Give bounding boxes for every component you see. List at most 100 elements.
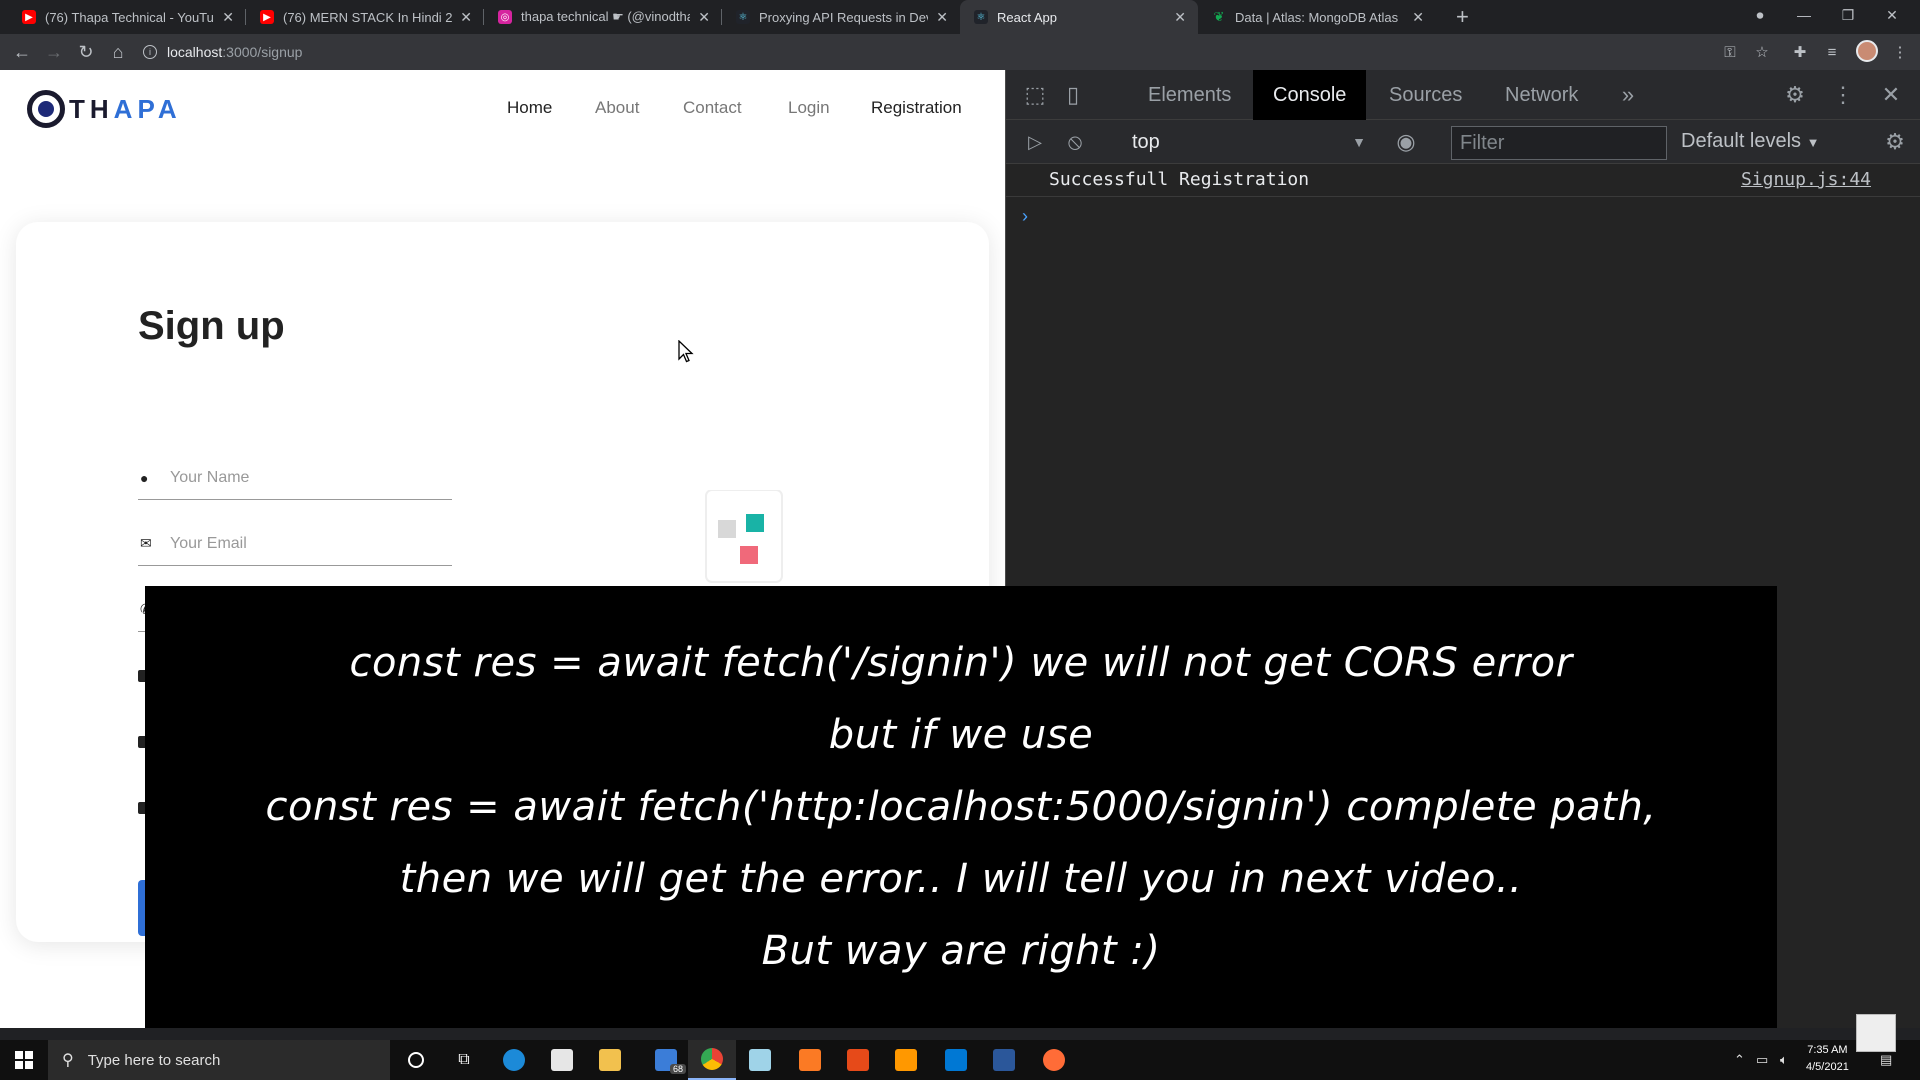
key-icon[interactable]: ⚿ — [1720, 42, 1740, 62]
tab-title: React App — [997, 9, 1057, 25]
browser-tab[interactable]: ▶ (76) MERN STACK In Hindi 2021 ✕ — [246, 0, 484, 34]
cortana-icon[interactable] — [392, 1040, 440, 1080]
more-tabs-icon[interactable]: » — [1613, 80, 1643, 110]
minimize-icon[interactable]: — — [1782, 0, 1826, 30]
close-icon[interactable]: ✕ — [698, 9, 710, 26]
sidebar-toggle-icon[interactable]: ▷ — [1020, 127, 1050, 157]
reload-icon[interactable]: ↻ — [74, 40, 98, 64]
device-toolbar-icon[interactable]: ▯ — [1058, 80, 1088, 110]
close-devtools-icon[interactable]: ✕ — [1876, 80, 1906, 110]
inspect-element-icon[interactable]: ⬚ — [1020, 80, 1050, 110]
name-field[interactable]: ● — [138, 456, 452, 500]
tab-console[interactable]: Console — [1253, 70, 1367, 120]
browser-tab[interactable]: ◎ thapa technical ☛ (@vinodthap ✕ — [484, 0, 722, 34]
tab-title: Proxying API Requests in Develop — [759, 9, 928, 25]
taskbar-clock[interactable]: 7:35 AM 4/5/2021 — [1806, 1042, 1849, 1076]
log-message: Successfull Registration — [1049, 169, 1310, 190]
tab-sources[interactable]: Sources — [1369, 70, 1482, 120]
console-settings-icon[interactable]: ⚙ — [1880, 127, 1910, 157]
file-explorer-icon[interactable] — [586, 1040, 634, 1080]
info-icon[interactable]: i — [143, 45, 157, 59]
forward-icon[interactable]: → — [42, 40, 66, 64]
nav-registration[interactable]: Registration — [871, 98, 962, 118]
record-icon[interactable]: ⏺ — [1738, 0, 1782, 30]
xampp-icon[interactable] — [786, 1040, 834, 1080]
webcam-thumbnail — [1856, 1014, 1896, 1052]
mongodb-icon: ❦ — [1213, 9, 1225, 24]
home-icon[interactable]: ⌂ — [106, 40, 130, 64]
window-close-icon[interactable]: ✕ — [1870, 0, 1914, 30]
mail-badge: 68 — [669, 1064, 686, 1074]
caption-line: const res = await fetch('/signin') we wi… — [349, 640, 1573, 686]
clear-console-icon[interactable]: ⦸ — [1060, 127, 1090, 157]
tab-title: (76) Thapa Technical - YouTube — [45, 9, 215, 25]
chrome-icon[interactable] — [688, 1040, 736, 1080]
vscode-icon[interactable] — [932, 1040, 980, 1080]
restore-icon[interactable]: ❐ — [1826, 0, 1870, 30]
tab-network[interactable]: Network — [1485, 70, 1598, 120]
name-input[interactable] — [170, 468, 430, 487]
edge-icon[interactable] — [490, 1040, 538, 1080]
search-placeholder: Type here to search — [87, 1051, 221, 1069]
browser-tab[interactable]: ▶ (76) Thapa Technical - YouTube ✕ — [8, 0, 246, 34]
back-icon[interactable]: ← — [10, 40, 34, 64]
close-icon[interactable]: ✕ — [460, 9, 472, 26]
close-icon[interactable]: ✕ — [1174, 9, 1186, 26]
address-bar[interactable]: i localhost:3000/signup — [143, 40, 1713, 64]
tab-title: Data | Atlas: MongoDB Atlas — [1235, 9, 1399, 25]
email-input[interactable] — [170, 534, 430, 553]
youtube-icon: ▶ — [22, 10, 36, 24]
logo[interactable]: THAPA — [27, 90, 182, 128]
browser-tab-strip: ▶ (76) Thapa Technical - YouTube ✕ ▶ (76… — [0, 0, 1920, 34]
logo-text: THAPA — [69, 93, 182, 124]
network-icon[interactable]: ▭ — [1756, 1040, 1768, 1080]
task-view-icon[interactable]: ⧉ — [440, 1040, 488, 1080]
mail-icon[interactable]: 68 — [642, 1040, 690, 1080]
nav-about[interactable]: About — [595, 98, 639, 118]
log-levels-dropdown[interactable]: Default levels ▼ — [1681, 130, 1820, 153]
log-source-link[interactable]: Signup.js:44 — [1741, 169, 1871, 190]
close-icon[interactable]: ✕ — [222, 9, 234, 26]
nav-home[interactable]: Home — [507, 98, 552, 118]
clock-time: 7:35 AM — [1807, 1044, 1848, 1056]
caption-line: then we will get the error.. I will tell… — [399, 856, 1523, 902]
office-icon[interactable] — [834, 1040, 882, 1080]
menu-icon[interactable]: ⋮ — [1890, 42, 1910, 62]
email-field[interactable]: ✉ — [138, 522, 452, 566]
browser-tab[interactable]: ❦ Data | Atlas: MongoDB Atlas ✕ — [1198, 0, 1436, 34]
browser-tab[interactable]: ⚛ Proxying API Requests in Develop ✕ — [722, 0, 960, 34]
console-prompt-icon[interactable]: › — [1022, 206, 1028, 227]
instagram-icon: ◎ — [498, 10, 512, 24]
gear-icon[interactable]: ⚙ — [1780, 80, 1810, 110]
taskbar-search[interactable]: ⚲ Type here to search — [48, 1040, 390, 1080]
context-selector[interactable]: top ▼ — [1132, 128, 1366, 156]
nav-login[interactable]: Login — [788, 98, 830, 118]
store-icon[interactable] — [538, 1040, 586, 1080]
eye-icon[interactable]: ◉ — [1391, 127, 1421, 157]
filter-input[interactable] — [1451, 126, 1667, 160]
tab-title: (76) MERN STACK In Hindi 2021 — [283, 9, 453, 25]
video-caption-overlay: const res = await fetch('/signin') we wi… — [145, 586, 1777, 1028]
word-icon[interactable] — [980, 1040, 1028, 1080]
react-icon: ⚛ — [736, 10, 750, 24]
mail-icon: ✉ — [140, 535, 152, 551]
tray-overflow-icon[interactable]: ⌃ — [1734, 1040, 1745, 1080]
volume-icon[interactable]: 🔈︎ — [1780, 1040, 1788, 1080]
postman-icon[interactable] — [1030, 1040, 1078, 1080]
kebab-menu-icon[interactable]: ⋮ — [1828, 80, 1858, 110]
console-toolbar: ▷ ⦸ top ▼ ◉ Default levels ▼ ⚙ — [1006, 120, 1920, 164]
star-icon[interactable]: ☆ — [1752, 42, 1772, 62]
close-icon[interactable]: ✕ — [936, 9, 948, 26]
close-icon[interactable]: ✕ — [1412, 9, 1424, 26]
windows-start-icon[interactable] — [0, 1040, 48, 1080]
reading-list-icon[interactable]: ≡ — [1822, 42, 1842, 62]
nav-contact[interactable]: Contact — [683, 98, 742, 118]
notepad-icon[interactable] — [736, 1040, 784, 1080]
extensions-icon[interactable]: ✚ — [1790, 42, 1810, 62]
new-tab-icon[interactable]: + — [1456, 4, 1469, 30]
profile-avatar[interactable] — [1856, 40, 1878, 62]
tab-elements[interactable]: Elements — [1128, 70, 1251, 120]
sublime-icon[interactable] — [882, 1040, 930, 1080]
browser-tab-active[interactable]: ⚛ React App ✕ — [960, 0, 1198, 34]
caption-line: But way are right :) — [761, 928, 1161, 974]
